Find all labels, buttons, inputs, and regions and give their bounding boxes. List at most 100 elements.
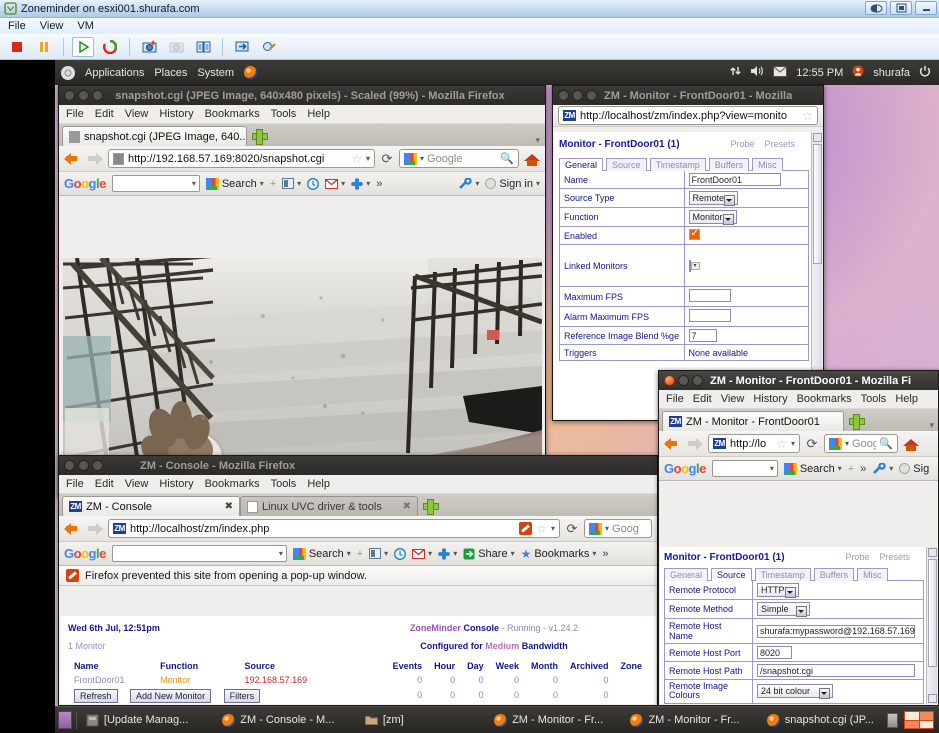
show-desktop-icon[interactable] [58, 711, 72, 729]
search-input[interactable]: Googl [852, 438, 876, 450]
unity-mode-button[interactable] [865, 1, 887, 15]
scroll-up-icon[interactable] [813, 133, 822, 142]
popup-blocked-icon[interactable] [519, 522, 533, 535]
max-fps-input[interactable] [688, 289, 731, 302]
overflow-chevron[interactable]: » [860, 463, 866, 475]
google-history-button[interactable] [307, 177, 320, 190]
menu-places[interactable]: Places [154, 67, 187, 79]
tab-zm-monitor[interactable]: ZM ZM - Monitor - FrontDoor01 [662, 411, 844, 431]
play-icon[interactable] [72, 36, 94, 57]
refresh-button[interactable]: Refresh [74, 689, 118, 703]
close-icon[interactable] [64, 90, 75, 101]
menu-file[interactable]: File [666, 393, 684, 405]
bookmark-star-icon[interactable]: ☆ [802, 109, 813, 123]
menu-view[interactable]: View [125, 478, 149, 490]
reset-icon[interactable] [99, 37, 121, 57]
menu-history[interactable]: History [159, 108, 193, 120]
vm-menu-file[interactable]: File [8, 20, 26, 32]
presets-link[interactable]: Presets [764, 139, 795, 149]
tab-misc[interactable]: Misc [752, 158, 783, 171]
chevron-down-icon[interactable]: ▾ [551, 524, 555, 533]
menu-view[interactable]: View [721, 393, 745, 405]
tab-general[interactable]: General [559, 158, 604, 171]
taskbar-item-update-manager[interactable]: [Update Manag... [78, 710, 212, 730]
google-search-button[interactable]: Search ▾ [205, 177, 264, 190]
mail-icon[interactable] [773, 65, 788, 80]
back-button[interactable] [64, 151, 81, 166]
google-toolbar-search-input[interactable]: ▾ [711, 460, 778, 477]
search-input[interactable]: Google [427, 153, 497, 165]
tab-source[interactable]: Source [711, 568, 752, 581]
probe-link[interactable]: Probe [845, 552, 869, 562]
col-function[interactable]: Function [154, 659, 238, 673]
new-tab-button[interactable] [251, 128, 268, 145]
forward-button[interactable] [86, 521, 103, 536]
menu-file[interactable]: File [66, 108, 84, 120]
taskbar-item-zm-monitor-2[interactable]: ZM - Monitor - Fr... [622, 710, 756, 730]
cell-function[interactable]: Monitor [154, 673, 238, 687]
chevron-down-icon[interactable]: ▾ [791, 439, 795, 448]
google-toolbar-search-input[interactable]: ▾ [111, 175, 200, 192]
maximize-icon[interactable] [586, 90, 597, 101]
tab-source[interactable]: Source [606, 158, 647, 171]
settings-icon[interactable] [258, 37, 280, 57]
minimize-icon[interactable] [78, 460, 89, 471]
forward-button[interactable] [86, 151, 103, 166]
chevron-down-icon[interactable]: ▾ [845, 439, 849, 448]
search-bar[interactable]: ▾ Google 🔍 [399, 149, 519, 168]
menu-tools[interactable]: Tools [271, 108, 297, 120]
google-options-button[interactable]: ▾ [458, 177, 479, 190]
google-history-button[interactable] [394, 547, 407, 560]
menu-tools[interactable]: Tools [271, 478, 297, 490]
close-icon[interactable] [664, 375, 675, 386]
col-week[interactable]: Week [490, 659, 525, 673]
page-scrollbar[interactable] [926, 547, 937, 704]
username[interactable]: shurafa [873, 67, 910, 79]
back-button[interactable] [64, 521, 81, 536]
fullscreen-icon[interactable] [231, 37, 253, 57]
reload-icon[interactable]: ⟳ [565, 521, 579, 536]
workspace-switcher-icon[interactable] [904, 711, 934, 729]
google-options-button[interactable]: ▾ [872, 462, 893, 475]
menu-system[interactable]: System [197, 67, 234, 79]
close-icon[interactable] [558, 90, 569, 101]
trash-icon[interactable] [887, 712, 898, 728]
maximize-icon[interactable] [692, 375, 703, 386]
name-input[interactable]: FrontDoor01 [688, 173, 781, 186]
workspace-4[interactable] [919, 720, 933, 728]
google-toolbar-search-input[interactable]: ▾ [111, 545, 287, 562]
search-bar[interactable]: ▾ Googl 🔍 [824, 434, 898, 453]
gmail-button[interactable]: ▾ [412, 548, 432, 559]
bookmarks-menu-button[interactable]: ★ Bookmarks ▾ [521, 547, 597, 561]
close-tab-icon[interactable]: ✖ [225, 501, 233, 512]
bandwidth-level[interactable]: Medium [485, 641, 519, 651]
remote-host-name-input[interactable]: shurafa:mypassword@192.168.57.169 [757, 624, 915, 638]
pause-icon[interactable] [33, 37, 55, 57]
menu-help[interactable]: Help [307, 478, 330, 490]
stop-icon[interactable] [6, 37, 28, 57]
google-search-button[interactable]: Search ▾ [292, 547, 351, 560]
menu-help[interactable]: Help [895, 393, 918, 405]
tab-buffers[interactable]: Buffers [708, 158, 750, 171]
close-icon[interactable] [64, 460, 75, 471]
workspace-1[interactable] [905, 712, 919, 720]
remote-host-path-input[interactable]: /snapshot.cgi [757, 664, 915, 677]
tab-list-chevron-icon[interactable]: ▾ [535, 135, 540, 146]
google-bookmarks-button[interactable]: ▾ [438, 547, 457, 560]
magnifier-icon[interactable]: 🔍 [879, 437, 893, 450]
maximize-icon[interactable] [92, 460, 103, 471]
new-tab-button[interactable] [422, 498, 439, 515]
col-hour[interactable]: Hour [428, 659, 461, 673]
function-select[interactable]: Monitor [688, 210, 737, 225]
forward-button[interactable] [686, 436, 703, 451]
reload-icon[interactable]: ⟳ [805, 436, 819, 451]
google-sidewiki-button[interactable]: ▾ [369, 548, 388, 559]
chevron-down-icon[interactable]: ▾ [366, 154, 370, 163]
restore-button[interactable] [890, 1, 912, 15]
firefox-launcher-icon[interactable] [244, 66, 258, 79]
gmail-button[interactable]: ▾ [325, 178, 345, 189]
bookmark-star-icon[interactable]: ☆ [536, 522, 547, 536]
chevron-down-icon[interactable]: ▾ [420, 154, 424, 163]
alarm-max-fps-input[interactable] [688, 309, 731, 322]
menu-view[interactable]: View [125, 108, 149, 120]
